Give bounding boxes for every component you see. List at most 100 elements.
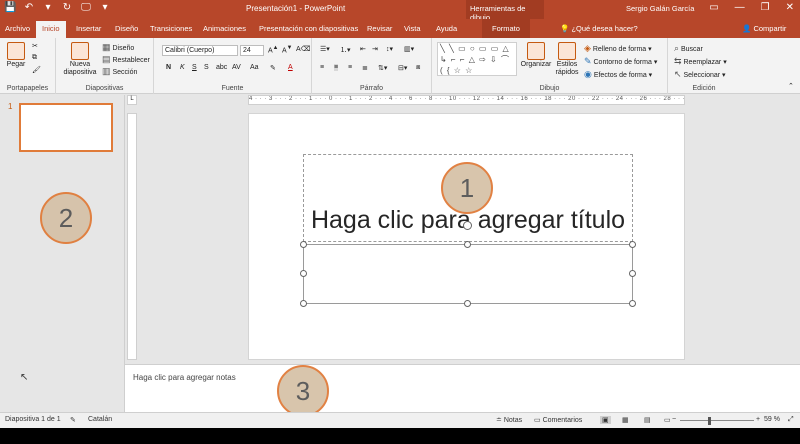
shape-fill-button[interactable]: ◈ Relleno de forma ▾ bbox=[584, 43, 652, 54]
highlight-icon[interactable]: ✎ bbox=[270, 64, 276, 72]
tab-insertar[interactable]: Insertar bbox=[76, 24, 101, 33]
select-button[interactable]: ↖ Seleccionar ▾ bbox=[674, 69, 726, 80]
zoom-slider[interactable] bbox=[680, 420, 754, 421]
resize-handle[interactable] bbox=[300, 300, 307, 307]
minimize-icon[interactable]: — bbox=[735, 2, 745, 13]
justify-icon[interactable]: ≣ bbox=[362, 64, 368, 72]
align-right-icon[interactable]: ≡ bbox=[348, 64, 352, 71]
section-button[interactable]: ▥ Sección bbox=[102, 66, 137, 77]
text-direction-icon[interactable]: ⇅▾ bbox=[378, 64, 387, 72]
tab-ayuda[interactable]: Ayuda bbox=[436, 24, 457, 33]
font-color-button[interactable]: A bbox=[288, 64, 293, 71]
find-button[interactable]: ⌕ Buscar bbox=[674, 43, 703, 54]
resize-handle[interactable] bbox=[300, 241, 307, 248]
tab-formato[interactable]: Formato bbox=[482, 19, 530, 38]
horizontal-ruler[interactable]: 4 · · · 3 · · · 2 · · · 1 · · · 0 · · · … bbox=[248, 95, 685, 105]
tell-me-box[interactable]: 💡 ¿Qué desea hacer? bbox=[560, 24, 638, 33]
columns-icon[interactable]: ▥▾ bbox=[404, 45, 414, 53]
font-name-combo[interactable]: Calibri (Cuerpo) bbox=[162, 45, 238, 56]
close-icon[interactable]: ✕ bbox=[786, 2, 794, 13]
restore-icon[interactable]: ❐ bbox=[761, 2, 770, 13]
tab-transiciones[interactable]: Transiciones bbox=[150, 24, 192, 33]
tab-diseno[interactable]: Diseño bbox=[115, 24, 138, 33]
font-size-combo[interactable]: 24 bbox=[240, 45, 264, 56]
language-indicator[interactable]: Catalán bbox=[88, 416, 112, 423]
shape-outline-button[interactable]: ✎ Contorno de forma ▾ bbox=[584, 56, 657, 67]
zoom-level[interactable]: 59 % bbox=[764, 416, 780, 423]
notes-placeholder[interactable]: Haga clic para agregar notas bbox=[133, 373, 236, 382]
reset-button[interactable]: ▤ Restablecer bbox=[102, 54, 150, 65]
decrease-indent-icon[interactable]: ⇤ bbox=[360, 45, 366, 53]
shapes-gallery[interactable]: ╲ ╲ ▭ ○ ▭ ▭ △ ↳ ⌐ ⌐ △ ⇨ ⇩ ⌒ ( { ☆ ☆ bbox=[437, 42, 517, 76]
save-icon[interactable]: 💾 bbox=[4, 2, 16, 13]
share-button[interactable]: 👤 Compartir bbox=[742, 24, 786, 33]
zoom-in-icon[interactable]: + bbox=[756, 416, 760, 423]
normal-view-icon[interactable]: ▣ bbox=[600, 416, 611, 424]
reading-view-icon[interactable]: ▤ bbox=[644, 416, 651, 424]
slide-sorter-icon[interactable]: ▦ bbox=[622, 416, 629, 424]
numbering-icon[interactable]: ⒈▾ bbox=[340, 45, 351, 55]
resize-handle[interactable] bbox=[464, 300, 471, 307]
align-text-icon[interactable]: ⊟▾ bbox=[398, 64, 407, 72]
shape-effects-button[interactable]: ◉ Efectos de forma ▾ bbox=[584, 69, 652, 80]
smartart-icon[interactable]: ⧈ bbox=[416, 64, 420, 72]
bullets-icon[interactable]: ☰▾ bbox=[320, 45, 330, 53]
new-slide-button[interactable]: Nueva diapositiva bbox=[60, 42, 100, 77]
align-center-icon[interactable]: ≡ bbox=[334, 64, 339, 71]
cut-icon[interactable]: ✂ bbox=[32, 42, 38, 50]
rotate-handle-icon[interactable] bbox=[463, 221, 472, 230]
resize-handle[interactable] bbox=[629, 241, 636, 248]
tab-inicio[interactable]: Inicio bbox=[36, 21, 66, 38]
ribbon-display-icon[interactable]: ▭ bbox=[709, 2, 718, 13]
ruler-tab-selector[interactable]: L bbox=[127, 95, 137, 105]
notes-toggle[interactable]: ≐ Notas bbox=[496, 416, 522, 424]
tab-presentacion[interactable]: Presentación con diapositivas bbox=[259, 24, 358, 33]
slide-thumbnail[interactable] bbox=[19, 103, 113, 152]
align-left-icon[interactable]: ≡ bbox=[320, 64, 324, 71]
replace-button[interactable]: ⇆ Reemplazar ▾ bbox=[674, 56, 727, 67]
comments-toggle[interactable]: ▭ Comentarios bbox=[534, 416, 582, 424]
zoom-slider-thumb[interactable] bbox=[708, 417, 711, 425]
notes-pane[interactable]: Haga clic para agregar notas bbox=[125, 364, 800, 412]
resize-handle[interactable] bbox=[629, 300, 636, 307]
fit-to-window-icon[interactable]: ⤢ bbox=[788, 416, 794, 424]
shrink-font-icon[interactable]: A▼ bbox=[282, 45, 292, 54]
spell-check-icon[interactable]: ✎ bbox=[70, 416, 76, 424]
redo-icon[interactable]: ↻ bbox=[61, 2, 73, 13]
grow-font-icon[interactable]: A▲ bbox=[268, 45, 278, 54]
customize-qat-icon[interactable]: ▾ bbox=[99, 2, 111, 13]
format-painter-icon[interactable]: 🖌 bbox=[32, 66, 41, 74]
resize-handle[interactable] bbox=[629, 270, 636, 277]
case-button[interactable]: Aa bbox=[250, 64, 259, 71]
spacing-button[interactable]: AV bbox=[232, 64, 241, 71]
tab-archivo[interactable]: Archivo bbox=[5, 24, 30, 33]
shadow-button[interactable]: S bbox=[204, 64, 209, 71]
paste-button[interactable]: Pegar bbox=[4, 42, 28, 68]
quick-styles-button[interactable]: Estilos rápidos bbox=[552, 42, 582, 77]
bold-button[interactable]: N bbox=[166, 64, 171, 71]
user-name[interactable]: Sergio Galán García bbox=[626, 4, 694, 13]
layout-button[interactable]: ▦ Diseño bbox=[102, 42, 134, 53]
tab-vista[interactable]: Vista bbox=[404, 24, 421, 33]
undo-icon[interactable]: ↶ bbox=[23, 2, 35, 13]
line-spacing-icon[interactable]: ↕▾ bbox=[386, 45, 393, 53]
strikethrough-icon[interactable]: abc bbox=[216, 64, 227, 71]
slide-thumbnail-pane[interactable]: 1 bbox=[0, 95, 125, 412]
zoom-out-icon[interactable]: − bbox=[672, 416, 676, 423]
copy-icon[interactable]: ⧉ bbox=[32, 54, 37, 62]
resize-handle[interactable] bbox=[464, 241, 471, 248]
undo-dropdown-icon[interactable]: ▾ bbox=[42, 2, 54, 13]
resize-handle[interactable] bbox=[300, 270, 307, 277]
slideshow-icon[interactable]: ▭ bbox=[664, 416, 671, 424]
clear-format-icon[interactable]: A⌫ bbox=[296, 45, 311, 53]
increase-indent-icon[interactable]: ⇥ bbox=[372, 45, 378, 53]
tab-revisar[interactable]: Revisar bbox=[367, 24, 392, 33]
arrange-button[interactable]: Organizar bbox=[519, 42, 553, 68]
vertical-ruler[interactable] bbox=[127, 113, 137, 360]
collapse-ribbon-icon[interactable]: ⌃ bbox=[788, 82, 794, 90]
present-icon[interactable]: 🖵 bbox=[80, 2, 92, 13]
subtitle-placeholder[interactable] bbox=[303, 244, 633, 304]
italic-button[interactable]: K bbox=[180, 64, 185, 71]
tab-animaciones[interactable]: Animaciones bbox=[203, 24, 246, 33]
underline-button[interactable]: S bbox=[192, 64, 197, 71]
